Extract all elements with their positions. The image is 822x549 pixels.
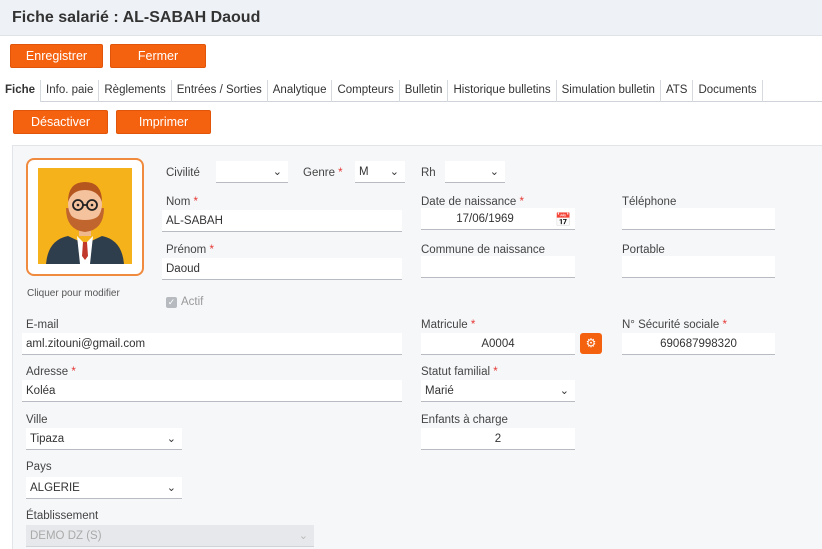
tab-fiche[interactable]: Fiche bbox=[0, 80, 42, 102]
email-label: E-mail bbox=[26, 319, 59, 331]
genre-value: M bbox=[359, 166, 369, 178]
portable-field[interactable] bbox=[622, 256, 775, 278]
pays-value: ALGERIE bbox=[30, 482, 80, 494]
tab-reglements[interactable]: Règlements bbox=[99, 80, 172, 102]
tab-bulletin[interactable]: Bulletin bbox=[400, 80, 449, 102]
actif-checkbox[interactable]: ✓ Actif bbox=[166, 296, 203, 308]
ville-value: Tipaza bbox=[30, 433, 65, 445]
rh-label: Rh bbox=[421, 167, 436, 179]
etablissement-value: DEMO DZ (S) bbox=[30, 530, 102, 542]
tab-simulation-bulletin[interactable]: Simulation bulletin bbox=[557, 80, 661, 102]
civilite-label: Civilité bbox=[166, 167, 200, 179]
nom-field[interactable]: AL-SABAH bbox=[162, 210, 402, 232]
prenom-label: Prénom * bbox=[166, 244, 214, 256]
statut-familial-value: Marié bbox=[425, 385, 454, 397]
matricule-field[interactable]: A0004 bbox=[421, 333, 575, 355]
gears-icon: ⚙ bbox=[585, 336, 597, 350]
save-button[interactable]: Enregistrer bbox=[10, 44, 103, 68]
civilite-select[interactable]: ⌄ bbox=[216, 161, 288, 183]
tab-documents[interactable]: Documents bbox=[693, 80, 763, 102]
date-naissance-field[interactable]: 17/06/1969 bbox=[421, 208, 575, 230]
chevron-down-icon: ⌄ bbox=[166, 433, 176, 445]
secu-label: N° Sécurité sociale * bbox=[622, 319, 727, 331]
telephone-label: Téléphone bbox=[622, 196, 677, 208]
telephone-field[interactable] bbox=[622, 208, 775, 230]
email-field[interactable]: aml.zitouni@gmail.com bbox=[22, 333, 402, 355]
adresse-label: Adresse * bbox=[26, 366, 76, 378]
enfants-field[interactable]: 2 bbox=[421, 428, 575, 450]
actif-label: Actif bbox=[181, 296, 204, 308]
portable-label: Portable bbox=[622, 244, 665, 256]
date-naissance-label: Date de naissance * bbox=[421, 196, 524, 208]
print-button[interactable]: Imprimer bbox=[116, 110, 211, 134]
chevron-down-icon: ⌄ bbox=[559, 385, 569, 397]
secu-field[interactable]: 690687998320 bbox=[622, 333, 775, 355]
statut-familial-label: Statut familial * bbox=[421, 366, 498, 378]
enfants-label: Enfants à charge bbox=[421, 414, 508, 426]
genre-label: Genre * bbox=[303, 167, 343, 179]
generate-matricule-button[interactable]: ⚙ bbox=[580, 333, 602, 354]
chevron-down-icon: ⌄ bbox=[272, 166, 282, 178]
close-button[interactable]: Fermer bbox=[110, 44, 206, 68]
tab-ats[interactable]: ATS bbox=[661, 80, 694, 102]
prenom-field[interactable]: Daoud bbox=[162, 258, 402, 280]
ville-select[interactable]: Tipaza ⌄ bbox=[26, 428, 182, 450]
employee-photo[interactable] bbox=[26, 158, 144, 276]
tab-historique-bulletins[interactable]: Historique bulletins bbox=[448, 80, 557, 102]
adresse-field[interactable]: Koléa bbox=[22, 380, 402, 402]
tab-bar: Fiche Info. paie Règlements Entrées / So… bbox=[0, 80, 822, 102]
calendar-icon[interactable]: 📅 bbox=[555, 212, 571, 228]
title-bar: Fiche salarié : AL-SABAH Daoud bbox=[0, 0, 822, 36]
chevron-down-icon: ⌄ bbox=[489, 166, 499, 178]
tab-entrees-sorties[interactable]: Entrées / Sorties bbox=[172, 80, 268, 102]
chevron-down-icon: ⌄ bbox=[389, 166, 399, 178]
pays-label: Pays bbox=[26, 461, 52, 473]
avatar-icon bbox=[38, 168, 132, 264]
matricule-label: Matricule * bbox=[421, 319, 476, 331]
tab-info-paie[interactable]: Info. paie bbox=[41, 80, 100, 102]
ville-label: Ville bbox=[26, 414, 48, 426]
check-icon: ✓ bbox=[166, 296, 177, 308]
tab-compteurs[interactable]: Compteurs bbox=[332, 80, 400, 102]
etablissement-select: DEMO DZ (S) ⌄ bbox=[26, 525, 314, 547]
genre-select[interactable]: M ⌄ bbox=[355, 161, 405, 183]
etablissement-label: Établissement bbox=[26, 510, 99, 522]
chevron-down-icon: ⌄ bbox=[298, 530, 308, 542]
nom-label: Nom * bbox=[166, 196, 198, 208]
deactivate-button[interactable]: Désactiver bbox=[13, 110, 108, 134]
photo-caption[interactable]: Cliquer pour modifier bbox=[27, 288, 120, 299]
chevron-down-icon: ⌄ bbox=[166, 482, 176, 494]
page-title: Fiche salarié : AL-SABAH Daoud bbox=[12, 9, 261, 26]
commune-naissance-label: Commune de naissance bbox=[421, 244, 546, 256]
statut-familial-select[interactable]: Marié ⌄ bbox=[421, 380, 575, 402]
commune-naissance-field[interactable] bbox=[421, 256, 575, 278]
tab-analytique[interactable]: Analytique bbox=[268, 80, 333, 102]
rh-select[interactable]: ⌄ bbox=[445, 161, 505, 183]
pays-select[interactable]: ALGERIE ⌄ bbox=[26, 477, 182, 499]
